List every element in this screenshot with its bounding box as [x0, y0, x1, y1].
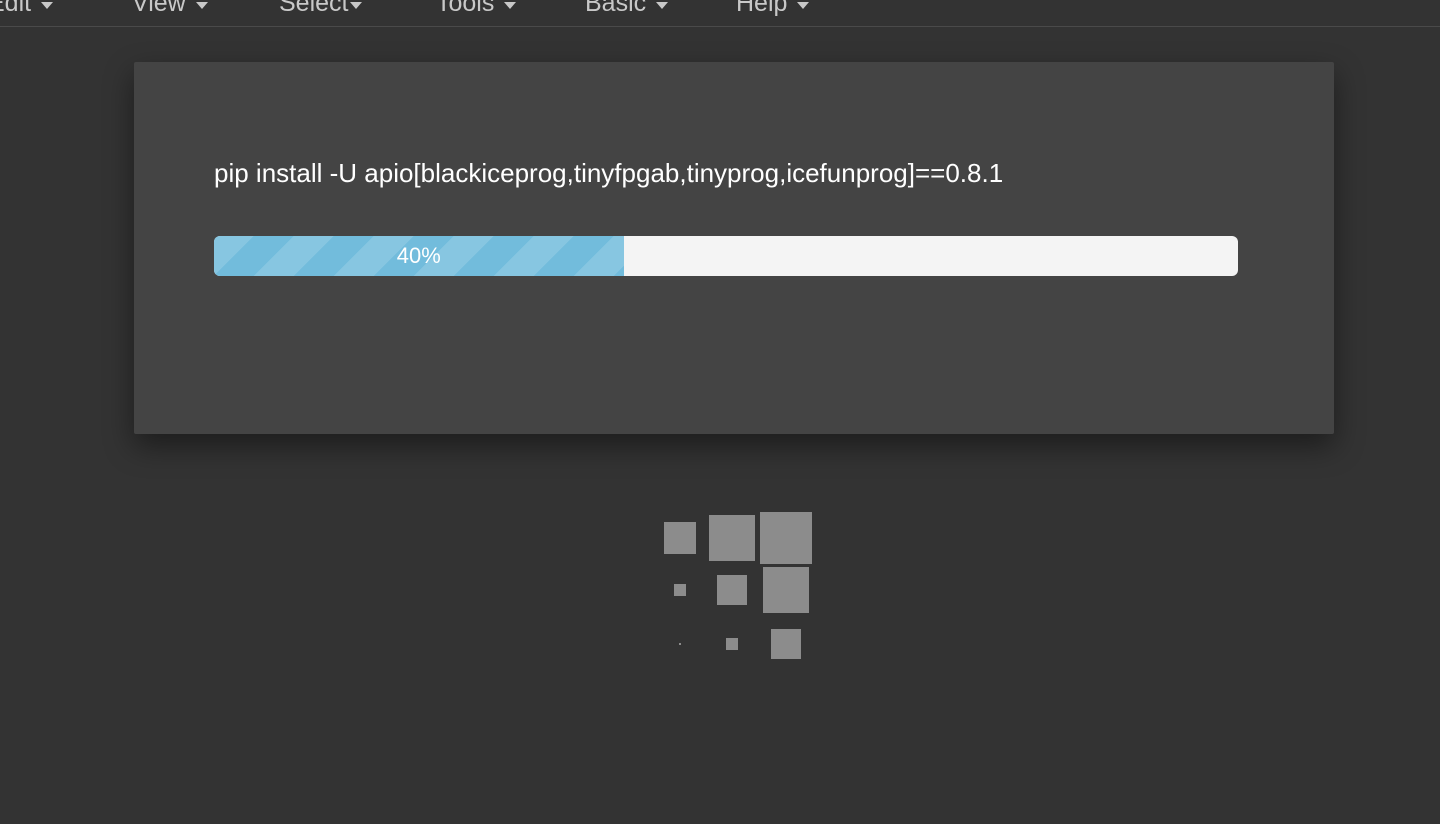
spinner-square	[726, 638, 738, 650]
chevron-down-icon	[656, 1, 669, 9]
progress-bar-fill: 40%	[214, 236, 624, 276]
menu-help-label: Help	[736, 0, 788, 17]
menu-basic[interactable]: Basic	[585, 0, 669, 18]
install-progress-bar: 40%	[214, 236, 1238, 276]
spinner-square	[760, 512, 812, 564]
menu-edit[interactable]: Edit	[0, 0, 54, 18]
progress-percent-label: 40%	[396, 243, 441, 268]
menu-basic-label: Basic	[585, 0, 647, 17]
menu-tools-label: Tools	[436, 0, 495, 17]
menu-edit-label: Edit	[0, 0, 32, 17]
spinner-square	[763, 567, 809, 613]
spinner-square	[664, 522, 696, 554]
chevron-down-icon	[797, 1, 810, 9]
chevron-down-icon	[350, 1, 363, 9]
spinner-square	[771, 629, 801, 659]
install-command-text: pip install -U apio[blackiceprog,tinyfpg…	[214, 158, 1004, 188]
menu-view-label: View	[132, 0, 186, 17]
spinner-square	[679, 643, 681, 645]
chevron-down-icon	[504, 1, 517, 9]
menu-view[interactable]: View	[132, 0, 208, 18]
spinner-square	[709, 515, 755, 561]
install-progress-dialog: pip install -U apio[blackiceprog,tinyfpg…	[134, 62, 1334, 434]
spinner-square	[717, 575, 747, 605]
menu-select[interactable]: Select	[279, 0, 363, 18]
menu-select-label: Select	[279, 0, 349, 17]
menu-tools[interactable]: Tools	[436, 0, 517, 18]
spinner-square	[674, 584, 686, 596]
chevron-down-icon	[41, 1, 54, 9]
menubar: Edit View Select Tools Basic Help	[0, 0, 1440, 27]
menu-help[interactable]: Help	[736, 0, 810, 18]
chevron-down-icon	[195, 1, 208, 9]
